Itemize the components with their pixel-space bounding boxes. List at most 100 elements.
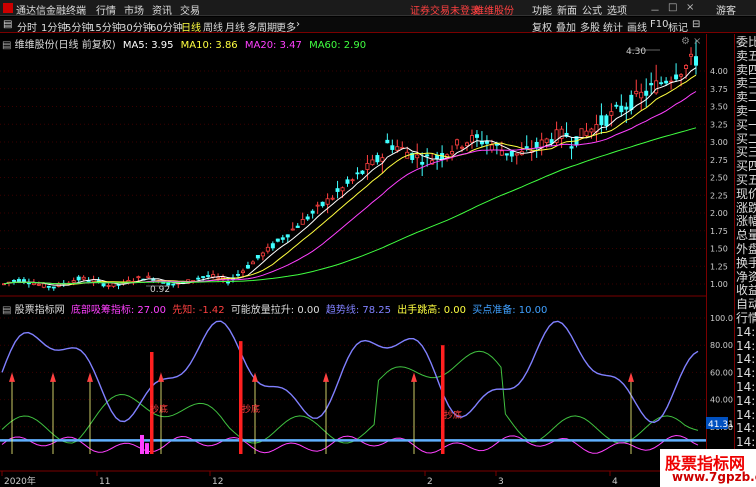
tab-15min[interactable]: 15分钟: [89, 19, 122, 34]
chart-menu-icon[interactable]: ▤: [2, 40, 15, 51]
app-logo-icon: [3, 3, 13, 13]
menu-function[interactable]: 功能: [532, 2, 552, 17]
tab-30min[interactable]: 30分钟: [120, 19, 153, 34]
side-panel-item[interactable]: 行情: [736, 312, 756, 325]
trade-login-notice[interactable]: 证券交易未登录: [410, 2, 480, 17]
candle-body: [340, 187, 345, 192]
date-axis-label: 2: [427, 477, 433, 487]
side-panel-item[interactable]: 14:56: [736, 422, 756, 435]
tab-monthly[interactable]: 月线: [225, 19, 245, 34]
side-panel-item[interactable]: 14:56: [736, 381, 756, 394]
menu-market[interactable]: 市场: [124, 2, 144, 17]
menu-options[interactable]: 选项: [607, 2, 627, 17]
candle-body: [31, 282, 36, 285]
btn-overlay[interactable]: 叠加: [556, 19, 576, 34]
kline-chart[interactable]: 2020年 11 12 2 3 4 4.30 0.92 抄底 抄底 抄底: [0, 34, 706, 487]
toolbar-menu-icon[interactable]: ▤: [3, 19, 12, 30]
close-icon[interactable]: ×: [686, 2, 694, 13]
ind-volume-rise: 可能放量拉升: 0.00: [230, 305, 320, 316]
tab-60min[interactable]: 60分钟: [150, 19, 183, 34]
side-panel-item[interactable]: 14:55: [736, 326, 756, 339]
layout-icon[interactable]: ⊟: [692, 19, 700, 30]
date-axis-label: 11: [99, 477, 110, 487]
accum-bar: [145, 443, 149, 454]
btn-restore-rights[interactable]: 复权: [532, 19, 552, 34]
tab-1min[interactable]: 1分钟: [41, 19, 67, 34]
candle-body: [425, 154, 430, 157]
side-panel-item: 涨跌: [736, 201, 756, 215]
candle-body: [674, 74, 679, 80]
side-panel-item: 买二: [736, 132, 756, 146]
btn-multi-stock[interactable]: 多股: [580, 19, 600, 34]
ind-buy-prep: 买点准备: 10.00: [472, 305, 548, 316]
candle-body: [390, 145, 395, 150]
price-axis-label: 1.25: [710, 262, 728, 271]
side-panel-item[interactable]: 14:56: [736, 409, 756, 422]
menu-formula[interactable]: 公式: [582, 2, 602, 17]
candle-body: [196, 277, 201, 280]
side-panel-item[interactable]: 14:55: [736, 340, 756, 353]
candle-body: [36, 283, 41, 286]
indicator-axis-label: 40.00: [710, 396, 733, 405]
maximize-icon[interactable]: □: [668, 2, 677, 13]
candle-body: [420, 161, 425, 165]
candle-body: [474, 134, 479, 138]
candle-body: [201, 276, 206, 278]
side-panel-item: 买四: [736, 160, 756, 174]
menu-trade[interactable]: 交易: [180, 2, 200, 17]
side-panel-item[interactable]: 14:56: [736, 367, 756, 380]
date-axis-label: 2020年: [4, 475, 36, 487]
menu-new-page[interactable]: 新面: [557, 2, 577, 17]
ind-foresight: 先知: -1.42: [172, 305, 225, 316]
side-panel-item: 卖三: [736, 77, 756, 91]
btn-draw-line[interactable]: 画线: [627, 19, 647, 34]
candle-body: [469, 135, 474, 143]
tab-daily[interactable]: 日线: [181, 19, 201, 34]
side-panel-item: 收益: [736, 284, 756, 298]
guest-user[interactable]: 游客: [716, 2, 736, 17]
tab-multi-period[interactable]: 多周期: [247, 19, 277, 34]
chart-settings-icon[interactable]: ⚙: [681, 36, 690, 47]
side-panel-item[interactable]: 14:56: [736, 436, 756, 449]
menu-bar: 通达信金融终端 行情 市场 资讯 交易 证券交易未登录 维维股份 功能 新面 公…: [0, 0, 756, 17]
candle-body: [589, 128, 594, 133]
side-panel-item: 委比: [736, 36, 756, 49]
candle-body: [310, 210, 315, 214]
btn-mark[interactable]: 标记: [668, 19, 688, 34]
price-axis-label: 3.25: [710, 120, 728, 129]
candle-body: [684, 64, 689, 69]
candle-body: [325, 198, 330, 205]
tab-weekly[interactable]: 周线: [203, 19, 223, 34]
app-title: 通达信金融终端: [16, 6, 86, 17]
btn-f10[interactable]: F10: [650, 19, 668, 30]
tab-more[interactable]: 更多: [276, 19, 296, 34]
price-axis-label: 3.00: [710, 138, 728, 147]
candle-body: [365, 163, 370, 170]
candle-body: [46, 285, 51, 288]
candle-body: [206, 275, 211, 277]
candle-body: [240, 270, 245, 274]
tab-timeshare[interactable]: 分时: [17, 19, 37, 34]
side-panel-item[interactable]: 自动: [736, 298, 756, 311]
tab-5min[interactable]: 5分钟: [65, 19, 91, 34]
candle-body: [211, 274, 216, 278]
menu-news[interactable]: 资讯: [152, 2, 172, 17]
more-arrow-icon[interactable]: ›: [296, 19, 300, 30]
ma10-label: MA10: 3.86: [180, 40, 238, 51]
high-price-label: 4.30: [626, 47, 646, 57]
low-price-label: 0.92: [150, 285, 170, 295]
minimize-icon[interactable]: －: [650, 2, 660, 17]
side-panel-item[interactable]: 14:56: [736, 395, 756, 408]
indicator-menu-icon[interactable]: ▤: [2, 305, 15, 316]
candle-body: [629, 94, 634, 111]
side-panel-item: 总量: [736, 229, 756, 243]
indicator-axis-label: 60.00: [710, 368, 733, 377]
candle-body: [106, 285, 111, 287]
candle-body: [355, 172, 360, 175]
btn-statistics[interactable]: 统计: [603, 19, 623, 34]
candle-body: [694, 56, 699, 66]
side-panel-item[interactable]: 14:55: [736, 353, 756, 366]
menu-quotes[interactable]: 行情: [96, 2, 116, 17]
chart-close-icon[interactable]: ×: [693, 36, 701, 47]
price-axis-label: 2.75: [710, 156, 728, 165]
